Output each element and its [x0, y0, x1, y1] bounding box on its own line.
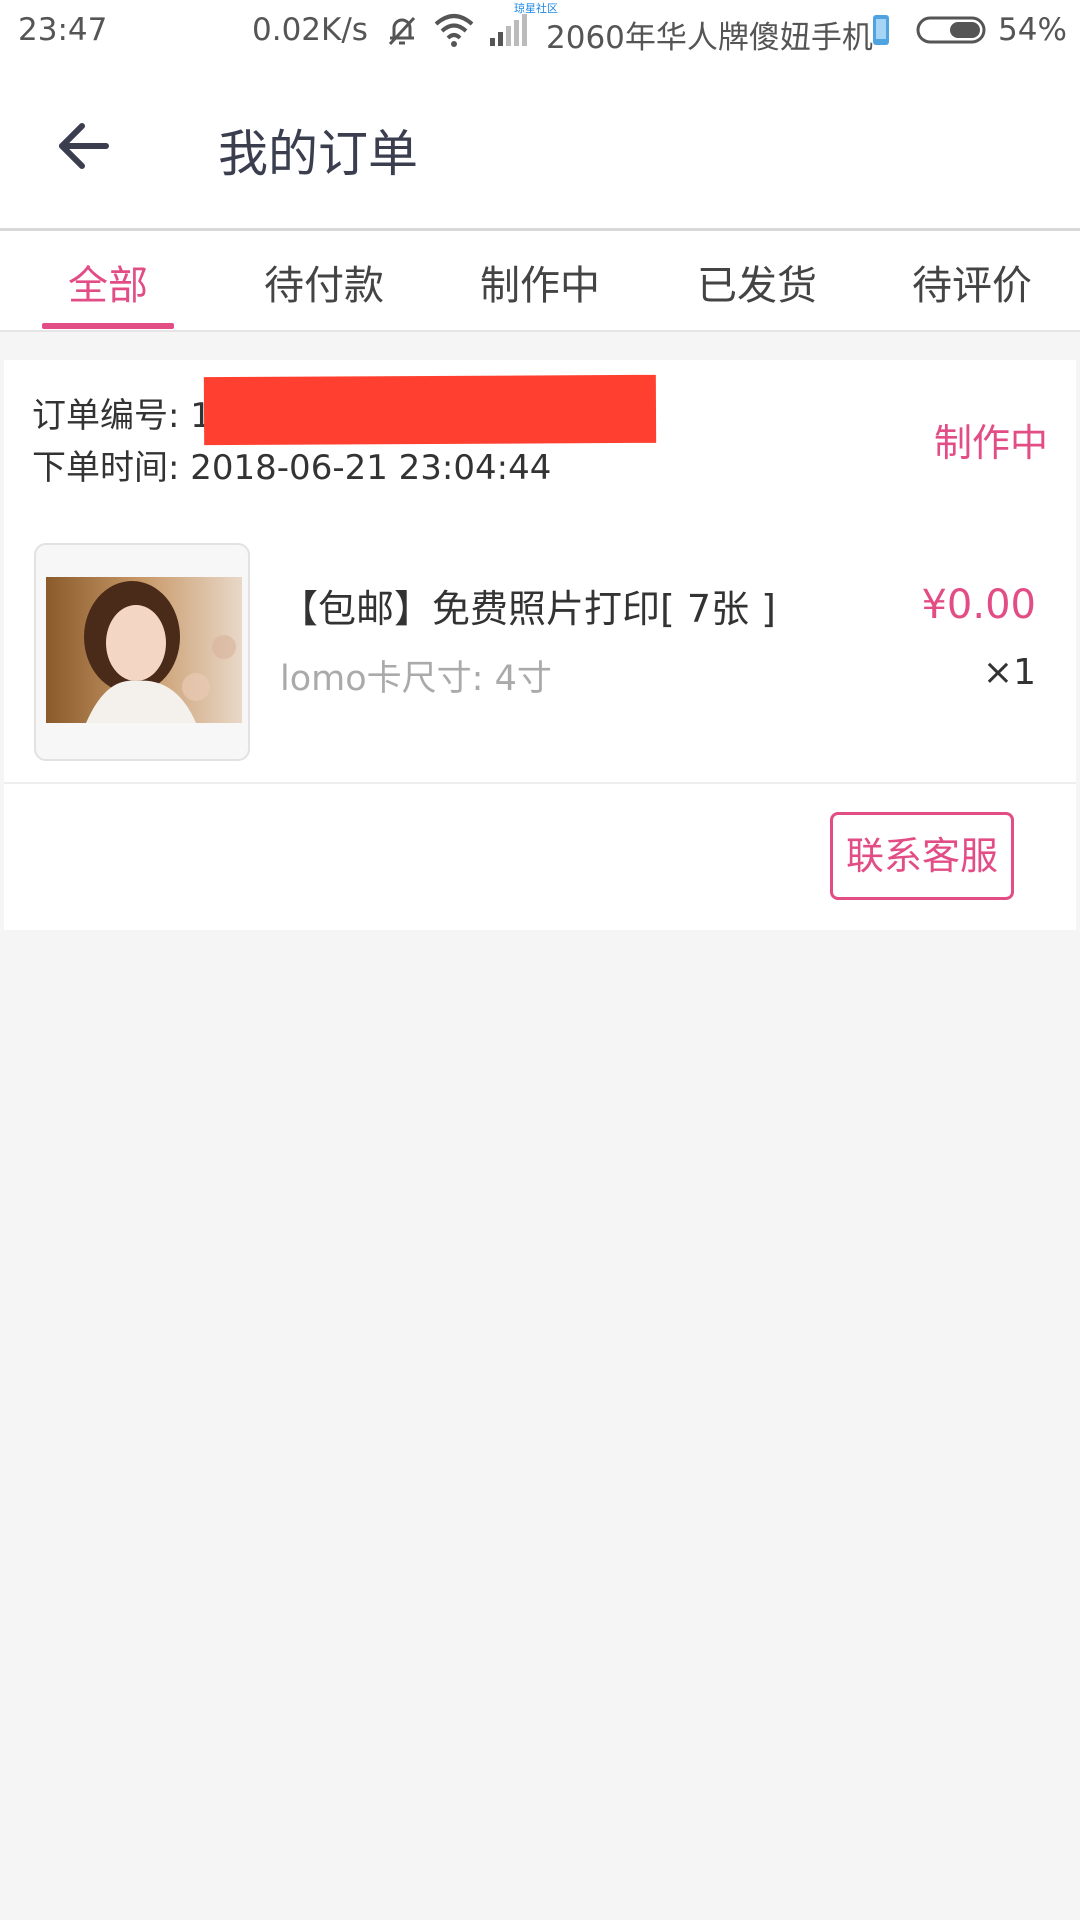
battery-percent: 54% [998, 12, 1067, 48]
contact-support-button[interactable]: 联系客服 [830, 812, 1014, 900]
app-header: 我的订单 [0, 62, 1080, 231]
tab-pending-review[interactable]: 待评价 [872, 253, 1072, 311]
bell-off-icon [388, 16, 416, 46]
order-status: 制作中 [933, 421, 1048, 465]
product-thumbnail[interactable] [34, 543, 250, 761]
status-bar: 23:47 0.02K/s 琼星社区 2060年华人牌傻妞手机 54% [0, 0, 1080, 62]
network-speed: 0.02K/s [252, 12, 368, 48]
back-arrow-icon[interactable] [54, 116, 114, 176]
wifi-icon [434, 14, 474, 47]
card-divider [4, 782, 1076, 784]
tab-in-production[interactable]: 制作中 [440, 253, 640, 311]
order-time: 下单时间: 2018-06-21 23:04:44 [32, 448, 552, 488]
page-title: 我的订单 [218, 125, 418, 183]
tab-pending-payment[interactable]: 待付款 [224, 253, 424, 311]
status-time: 23:47 [18, 12, 108, 48]
product-quantity: ×1 [982, 652, 1036, 693]
active-tab-indicator [42, 323, 174, 329]
product-spec: lomo卡尺寸: 4寸 [280, 659, 552, 699]
product-photo [46, 577, 242, 723]
battery-icon [916, 16, 986, 44]
order-card[interactable]: 订单编号: 1 下单时间: 2018-06-21 23:04:44 制作中 【包… [4, 360, 1076, 930]
product-name: 【包邮】免费照片打印[ 7张 ] [280, 587, 776, 631]
signal-icon [490, 14, 527, 46]
phone-icon [873, 15, 889, 45]
carrier-name: 2060年华人牌傻妞手机 [546, 20, 873, 56]
tab-all[interactable]: 全部 [8, 253, 208, 311]
product-price: ¥0.00 [921, 582, 1036, 628]
tab-shipped[interactable]: 已发货 [657, 253, 857, 311]
order-tabs: 全部 待付款 制作中 已发货 待评价 [0, 231, 1080, 332]
redaction-block [203, 374, 657, 446]
